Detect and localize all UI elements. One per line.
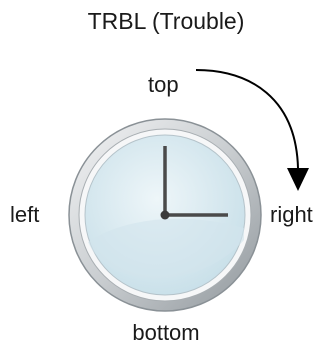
diagram-canvas [68,69,309,312]
wall-clock-icon [68,118,262,312]
